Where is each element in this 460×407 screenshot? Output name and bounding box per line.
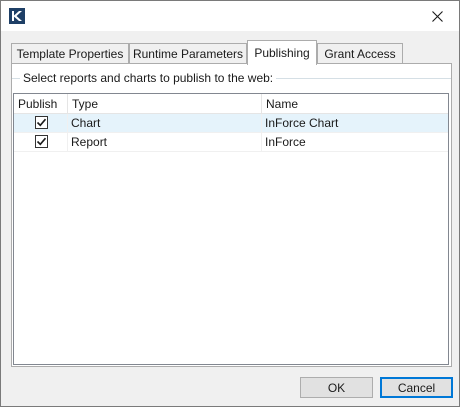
tab-publishing[interactable]: Publishing xyxy=(247,40,317,65)
app-logo-icon xyxy=(9,8,25,24)
tab-grant-access[interactable]: Grant Access xyxy=(317,43,403,64)
column-header-type[interactable]: Type xyxy=(68,94,262,114)
cancel-button-label: Cancel xyxy=(397,380,436,395)
title-bar[interactable] xyxy=(1,1,459,31)
tab-label: Runtime Parameters xyxy=(132,47,244,61)
name-cell: InForce xyxy=(265,135,306,149)
table-row[interactable]: Report InForce xyxy=(14,133,448,152)
checkmark-icon xyxy=(36,118,47,127)
ok-button[interactable]: OK xyxy=(300,377,373,398)
close-icon xyxy=(431,10,443,22)
tab-template-properties[interactable]: Template Properties xyxy=(11,43,129,64)
table-row[interactable]: Chart InForce Chart xyxy=(14,114,448,133)
column-header-publish[interactable]: Publish xyxy=(14,94,68,114)
type-cell: Report xyxy=(68,133,262,152)
tab-runtime-parameters[interactable]: Runtime Parameters xyxy=(129,43,247,64)
publish-group: Select reports and charts to publish to … xyxy=(12,72,451,366)
publishing-panel: Select reports and charts to publish to … xyxy=(11,63,452,367)
tab-label: Template Properties xyxy=(16,47,124,61)
type-cell: Chart xyxy=(68,114,262,133)
grid-header: Publish Type Name xyxy=(14,94,448,114)
publish-grid[interactable]: Publish Type Name Chart InForce Chart Re… xyxy=(13,93,449,365)
column-header-name[interactable]: Name xyxy=(262,94,448,114)
dialog-window: Template Properties Runtime Parameters P… xyxy=(0,0,460,407)
group-label: Select reports and charts to publish to … xyxy=(20,72,277,85)
tab-label: Grant Access xyxy=(324,47,396,61)
cancel-button[interactable]: Cancel xyxy=(380,377,453,398)
publish-checkbox[interactable] xyxy=(35,135,48,148)
publish-checkbox[interactable] xyxy=(35,116,48,129)
publish-cell xyxy=(14,133,68,152)
tab-strip: Template Properties Runtime Parameters P… xyxy=(11,40,451,65)
tab-label: Publishing xyxy=(254,46,310,60)
name-cell: InForce Chart xyxy=(265,116,339,130)
ok-button-label: OK xyxy=(327,380,346,395)
publish-cell xyxy=(14,114,68,133)
close-button[interactable] xyxy=(415,1,459,31)
checkmark-icon xyxy=(36,137,47,146)
